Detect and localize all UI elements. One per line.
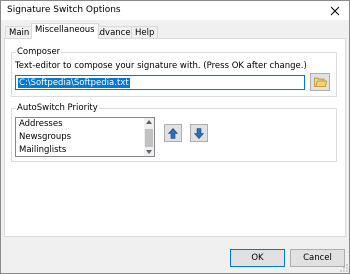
list-item[interactable]: Newsgroups	[19, 132, 71, 142]
folder-icon	[313, 77, 327, 87]
list-item[interactable]: Mailinglists	[19, 145, 66, 155]
close-icon	[330, 6, 340, 15]
list-scrollbar[interactable]	[144, 118, 154, 156]
move-up-button[interactable]	[164, 124, 182, 142]
scroll-down-icon[interactable]	[146, 150, 152, 154]
tab-strip: Main Miscellaneous Advanced Help	[1, 23, 349, 39]
priority-listbox[interactable]: Addresses Newsgroups Mailinglists	[15, 117, 155, 157]
ok-button[interactable]: OK	[230, 249, 285, 267]
scroll-up-icon[interactable]	[146, 120, 152, 124]
browse-button[interactable]	[310, 73, 330, 91]
tab-miscellaneous[interactable]: Miscellaneous	[31, 23, 99, 39]
autoswitch-legend: AutoSwitch Priority	[16, 103, 99, 113]
title-bar: Signature Switch Options	[1, 1, 349, 20]
composer-group: Composer Text-editor to compose your sig…	[11, 47, 337, 97]
autoswitch-group: AutoSwitch Priority Addresses Newsgroups…	[11, 103, 337, 162]
close-button[interactable]	[321, 1, 349, 20]
editor-path-field[interactable]: C:\Softpedia\Softpedia.txt	[15, 75, 305, 90]
options-dialog: Signature Switch Options Main Miscellane…	[0, 0, 350, 274]
list-item[interactable]: Addresses	[19, 119, 63, 129]
resize-grip-icon[interactable]	[340, 264, 348, 272]
editor-path-value: C:\Softpedia\Softpedia.txt	[18, 78, 130, 88]
miscellaneous-panel: Composer Text-editor to compose your sig…	[4, 38, 346, 237]
cancel-button[interactable]: Cancel	[290, 249, 345, 267]
composer-legend: Composer	[16, 47, 62, 57]
window-title: Signature Switch Options	[7, 5, 121, 15]
move-down-button[interactable]	[190, 124, 208, 142]
composer-description: Text-editor to compose your signature wi…	[15, 61, 307, 71]
up-arrow-icon	[168, 127, 178, 139]
scroll-thumb[interactable]	[145, 129, 153, 147]
down-arrow-icon	[194, 127, 204, 139]
